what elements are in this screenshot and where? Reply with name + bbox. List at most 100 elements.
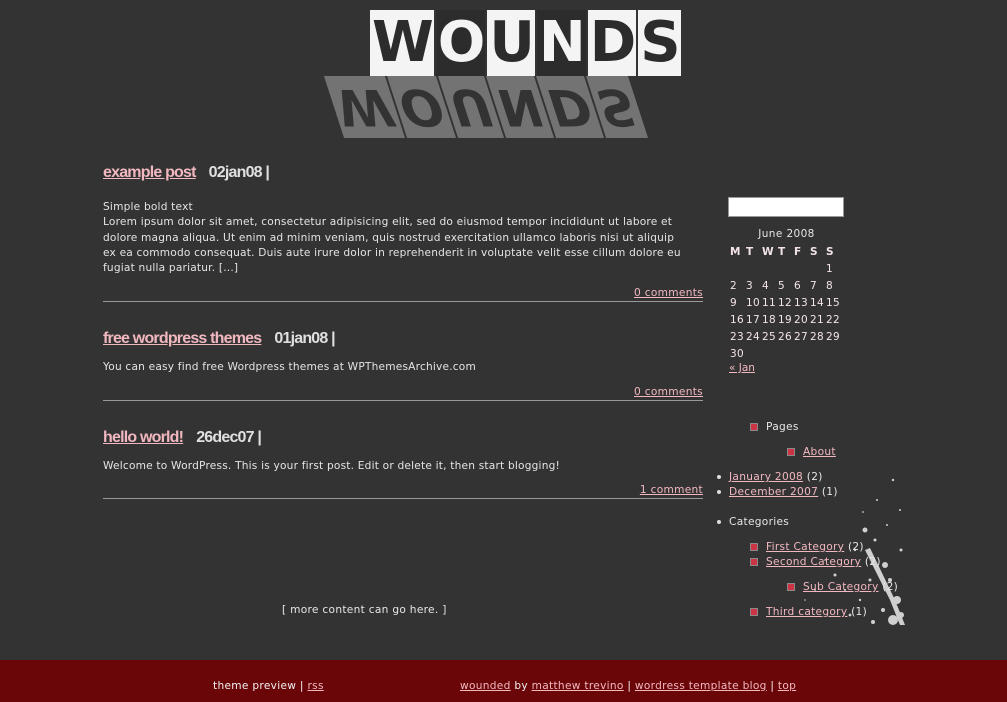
calendar-day: 17	[746, 313, 760, 326]
calendar-day: 11	[762, 296, 776, 309]
archive-item[interactable]: January 2008 (2)	[714, 471, 823, 483]
logo-reflection: W O U N D S	[323, 76, 648, 138]
calendar-day: 29	[826, 330, 840, 343]
square-bullet-icon	[750, 543, 758, 551]
post-body-line: Simple bold text	[103, 201, 193, 213]
footer-separator: |	[627, 680, 632, 692]
category-link[interactable]: Third category	[766, 606, 847, 618]
archive-count: (1)	[821, 486, 838, 498]
author-link[interactable]: matthew trevino	[532, 680, 624, 692]
logo-wordmark: W O U N D S	[370, 10, 681, 76]
category-item[interactable]: Second Category (2)	[750, 556, 881, 568]
rss-link[interactable]: rss	[307, 680, 323, 692]
post-header: hello world! 26dec07 |	[103, 429, 703, 451]
calendar-day: 20	[794, 313, 808, 326]
calendar-day: 30	[730, 347, 744, 360]
category-item[interactable]: Third category (1)	[750, 606, 867, 618]
calendar-weekday: S	[826, 245, 834, 258]
post-body: Simple bold text Lorem ipsum dolor sit a…	[103, 200, 703, 276]
comments-link[interactable]: 0 comments	[634, 287, 703, 299]
calendar-week: 2345678	[729, 277, 841, 294]
calendar-day: 25	[762, 330, 776, 343]
search-input[interactable]	[728, 197, 844, 217]
calendar-day: 8	[826, 279, 833, 292]
category-count: (2)	[864, 556, 881, 568]
calendar-day: 9	[730, 296, 737, 309]
logo-letter: W	[370, 10, 434, 76]
calendar-day: 18	[762, 313, 776, 326]
calendar-week: 9 10 11 12 13 14 15	[729, 294, 841, 311]
calendar-day	[809, 345, 825, 362]
post-footer: 1 comment	[103, 484, 703, 500]
calendar-week: 16 17 18 19 20 21 22	[729, 311, 841, 328]
footer-left: theme preview | rss	[213, 680, 324, 692]
post-body-line: Lorem ipsum dolor sit amet, consectetur …	[103, 216, 673, 229]
calendar-weekday: T	[778, 245, 786, 258]
categories-heading: Categories	[714, 516, 789, 528]
calendar-nav: « Jan	[729, 362, 844, 374]
calendar-day	[729, 260, 745, 277]
logo-letter: O	[435, 10, 486, 76]
more-content-placeholder: [ more content can go here. ]	[282, 604, 447, 616]
calendar-prev-link[interactable]: « Jan	[729, 362, 755, 374]
categories-heading-label: Categories	[729, 516, 790, 528]
site-footer: theme preview | rss wounded by matthew t…	[0, 660, 1007, 702]
post-title-link[interactable]: free wordpress themes	[103, 330, 262, 348]
square-bullet-icon	[750, 608, 758, 616]
calendar-weekday: W	[762, 245, 774, 258]
post-date: 26dec07 |	[196, 428, 262, 446]
post-date: 01jan08 |	[274, 330, 335, 348]
calendar-weekday: M	[730, 245, 741, 258]
category-item[interactable]: Sub Category (2)	[787, 581, 898, 593]
post-body-line: Welcome to WordPress. This is your first…	[103, 459, 560, 472]
calendar-day	[777, 260, 793, 277]
post-title-link[interactable]: example post	[103, 164, 196, 182]
category-link[interactable]: Sub Category	[803, 581, 879, 593]
comments-link[interactable]: 0 comments	[634, 386, 703, 398]
category-link[interactable]: Second Category	[766, 556, 861, 568]
top-link[interactable]: top	[778, 680, 796, 692]
square-bullet-icon	[750, 423, 758, 431]
post: hello world! 26dec07 | Welcome to WordPr…	[103, 429, 703, 500]
post-body-line: dolore magna aliqua. Ut enim ad minim ve…	[103, 231, 675, 244]
pages-heading-label: Pages	[766, 421, 799, 433]
calendar-day: 1	[826, 262, 833, 275]
square-bullet-icon	[750, 558, 758, 566]
category-item[interactable]: First Category (2)	[750, 541, 864, 553]
calendar-weekday: T	[746, 245, 754, 258]
post-header: example post 02jan08 |	[103, 164, 703, 186]
dot-bullet-icon	[717, 475, 721, 479]
post-body-line: You can easy find free Wordpress themes …	[103, 361, 476, 374]
calendar-day: 19	[778, 313, 792, 326]
post-title-link[interactable]: hello world!	[103, 429, 184, 447]
calendar-day: 7	[810, 279, 817, 292]
calendar-day: 5	[778, 279, 785, 292]
pages-heading: Pages	[750, 421, 799, 433]
calendar-weekday: S	[810, 245, 818, 258]
comments-link[interactable]: 1 comment	[640, 484, 703, 496]
calendar-table: M T W T F S S 1 2 3 4 5 6 7 8 9 10 11 12 13 14 15 16 17 1…	[729, 243, 841, 362]
post: free wordpress themes 01jan08 | You can …	[103, 330, 703, 401]
page-item-about[interactable]: About	[787, 446, 836, 458]
calendar-day: 6	[794, 279, 801, 292]
post-footer: 0 comments	[103, 386, 703, 401]
calendar-day: 3	[746, 279, 753, 292]
archive-link[interactable]: January 2008	[729, 471, 803, 483]
blog-link[interactable]: wordress template blog	[635, 680, 767, 692]
logo-letter: D	[587, 10, 636, 76]
posts-column: example post 02jan08 | Simple bold text …	[103, 164, 703, 527]
calendar-day: 21	[810, 313, 824, 326]
wounded-link[interactable]: wounded	[460, 680, 511, 692]
page-link-about[interactable]: About	[803, 446, 836, 458]
site-logo[interactable]: W O U N D S W O U N D S	[323, 4, 681, 154]
calendar-day: 13	[794, 296, 808, 309]
category-link[interactable]: First Category	[766, 541, 844, 553]
calendar-weekday: F	[794, 245, 802, 258]
post-header: free wordpress themes 01jan08 |	[103, 330, 703, 352]
footer-by: by	[514, 680, 528, 692]
post-body: You can easy find free Wordpress themes …	[103, 360, 703, 375]
archive-item[interactable]: December 2007 (1)	[714, 486, 838, 498]
archive-link[interactable]: December 2007	[729, 486, 818, 498]
calendar-day: 15	[826, 296, 840, 309]
calendar-widget: June 2008 M T W T F S S 1 2 3 4 5 6 7 8 9 10 11 12 1…	[729, 228, 844, 374]
